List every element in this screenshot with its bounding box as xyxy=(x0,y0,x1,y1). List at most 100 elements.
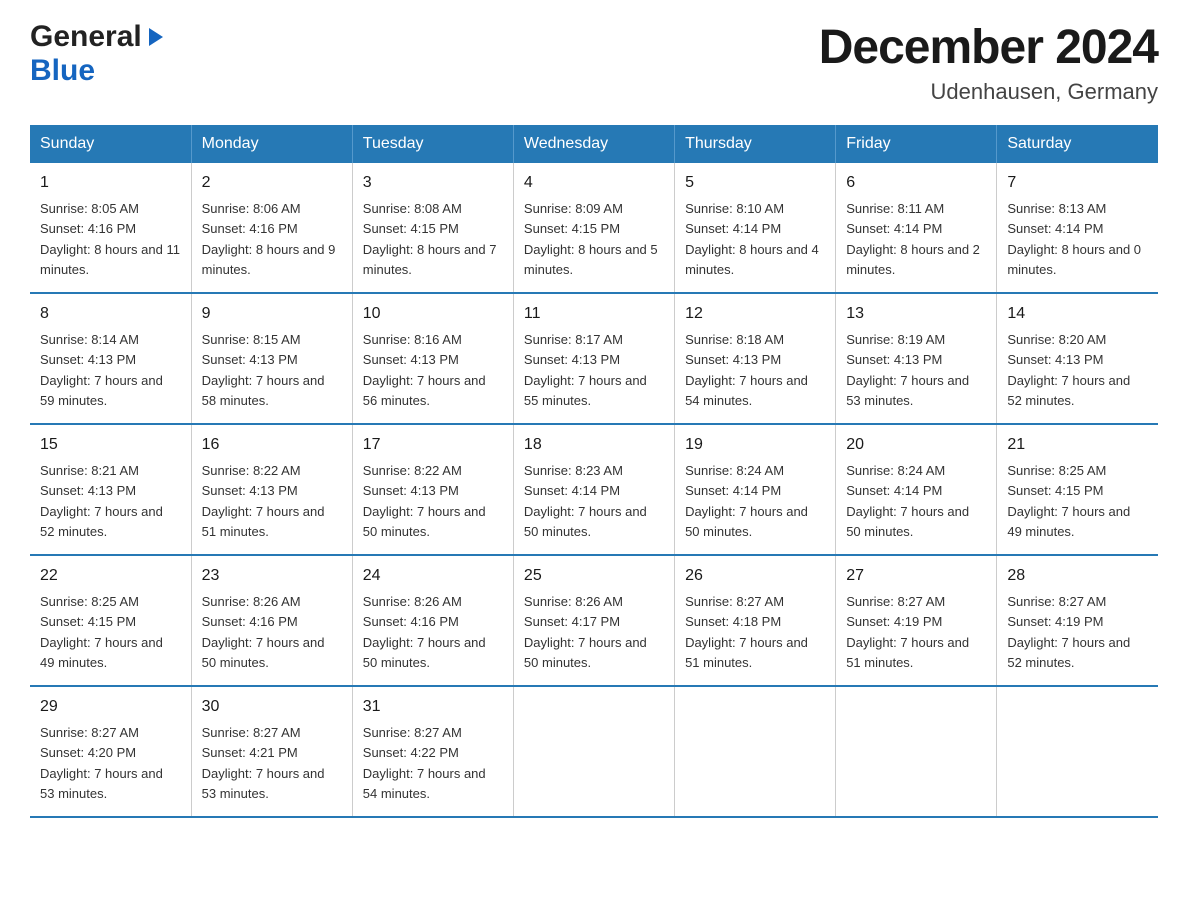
calendar-cell: 22Sunrise: 8:25 AMSunset: 4:15 PMDayligh… xyxy=(30,555,191,686)
day-info: Sunrise: 8:27 AMSunset: 4:20 PMDaylight:… xyxy=(40,725,163,801)
day-info: Sunrise: 8:22 AMSunset: 4:13 PMDaylight:… xyxy=(363,463,486,539)
calendar-cell: 24Sunrise: 8:26 AMSunset: 4:16 PMDayligh… xyxy=(352,555,513,686)
day-number: 15 xyxy=(40,433,181,457)
day-info: Sunrise: 8:21 AMSunset: 4:13 PMDaylight:… xyxy=(40,463,163,539)
calendar-cell xyxy=(513,686,674,817)
day-info: Sunrise: 8:16 AMSunset: 4:13 PMDaylight:… xyxy=(363,332,486,408)
calendar-cell: 10 Sunrise: 8:16 AMSunset: 4:13 PMDayligh… xyxy=(352,293,513,424)
weekday-header-thursday: Thursday xyxy=(675,125,836,163)
calendar-cell: 29 Sunrise: 8:27 AMSunset: 4:20 PMDayligh… xyxy=(30,686,191,817)
day-info: Sunrise: 8:13 AMSunset: 4:14 PMDaylight:… xyxy=(1007,201,1141,277)
calendar-cell xyxy=(675,686,836,817)
day-number: 14 xyxy=(1007,302,1148,326)
day-number: 11 xyxy=(524,302,664,326)
calendar-cell: 18 Sunrise: 8:23 AMSunset: 4:14 PMDayligh… xyxy=(513,424,674,555)
title-section: December 2024 Udenhausen, Germany xyxy=(819,20,1158,105)
calendar-cell: 16 Sunrise: 8:22 AMSunset: 4:13 PMDayligh… xyxy=(191,424,352,555)
day-info: Sunrise: 8:23 AMSunset: 4:14 PMDaylight:… xyxy=(524,463,647,539)
calendar-cell: 13 Sunrise: 8:19 AMSunset: 4:13 PMDayligh… xyxy=(836,293,997,424)
day-number: 12 xyxy=(685,302,825,326)
day-number: 5 xyxy=(685,171,825,195)
day-info: Sunrise: 8:27 AMSunset: 4:22 PMDaylight:… xyxy=(363,725,486,801)
calendar-cell: 5 Sunrise: 8:10 AMSunset: 4:14 PMDaylight… xyxy=(675,163,836,293)
day-number: 18 xyxy=(524,433,664,457)
week-row-5: 29 Sunrise: 8:27 AMSunset: 4:20 PMDayligh… xyxy=(30,686,1158,817)
day-info: Sunrise: 8:06 AMSunset: 4:16 PMDaylight:… xyxy=(202,201,336,277)
calendar-cell: 17 Sunrise: 8:22 AMSunset: 4:13 PMDayligh… xyxy=(352,424,513,555)
calendar-cell: 30 Sunrise: 8:27 AMSunset: 4:21 PMDayligh… xyxy=(191,686,352,817)
month-title: December 2024 xyxy=(819,20,1158,75)
day-number: 2 xyxy=(202,171,342,195)
day-number: 24 xyxy=(363,564,503,588)
week-row-3: 15 Sunrise: 8:21 AMSunset: 4:13 PMDayligh… xyxy=(30,424,1158,555)
day-info: Sunrise: 8:15 AMSunset: 4:13 PMDaylight:… xyxy=(202,332,325,408)
day-info: Sunrise: 8:26 AMSunset: 4:17 PMDaylight:… xyxy=(524,594,647,670)
weekday-header-sunday: Sunday xyxy=(30,125,191,163)
day-number: 25 xyxy=(524,564,664,588)
week-row-4: 22Sunrise: 8:25 AMSunset: 4:15 PMDayligh… xyxy=(30,555,1158,686)
day-number: 17 xyxy=(363,433,503,457)
calendar-cell: 27Sunrise: 8:27 AMSunset: 4:19 PMDayligh… xyxy=(836,555,997,686)
day-info: Sunrise: 8:22 AMSunset: 4:13 PMDaylight:… xyxy=(202,463,325,539)
day-number: 10 xyxy=(363,302,503,326)
day-number: 31 xyxy=(363,695,503,719)
calendar-cell: 15 Sunrise: 8:21 AMSunset: 4:13 PMDayligh… xyxy=(30,424,191,555)
day-info: Sunrise: 8:09 AMSunset: 4:15 PMDaylight:… xyxy=(524,201,658,277)
page-header: General Blue December 2024 Udenhausen, G… xyxy=(30,20,1158,105)
calendar-cell: 2 Sunrise: 8:06 AMSunset: 4:16 PMDaylight… xyxy=(191,163,352,293)
weekday-header-tuesday: Tuesday xyxy=(352,125,513,163)
calendar-cell: 8 Sunrise: 8:14 AMSunset: 4:13 PMDaylight… xyxy=(30,293,191,424)
calendar-cell: 11 Sunrise: 8:17 AMSunset: 4:13 PMDayligh… xyxy=(513,293,674,424)
calendar-cell: 3 Sunrise: 8:08 AMSunset: 4:15 PMDaylight… xyxy=(352,163,513,293)
day-number: 29 xyxy=(40,695,181,719)
day-number: 9 xyxy=(202,302,342,326)
day-number: 21 xyxy=(1007,433,1148,457)
day-number: 26 xyxy=(685,564,825,588)
day-number: 16 xyxy=(202,433,342,457)
day-number: 20 xyxy=(846,433,986,457)
day-number: 30 xyxy=(202,695,342,719)
calendar-cell: 21Sunrise: 8:25 AMSunset: 4:15 PMDayligh… xyxy=(997,424,1158,555)
day-info: Sunrise: 8:27 AMSunset: 4:21 PMDaylight:… xyxy=(202,725,325,801)
day-info: Sunrise: 8:25 AMSunset: 4:15 PMDaylight:… xyxy=(40,594,163,670)
calendar-cell: 23Sunrise: 8:26 AMSunset: 4:16 PMDayligh… xyxy=(191,555,352,686)
day-info: Sunrise: 8:20 AMSunset: 4:13 PMDaylight:… xyxy=(1007,332,1130,408)
calendar-cell: 28Sunrise: 8:27 AMSunset: 4:19 PMDayligh… xyxy=(997,555,1158,686)
calendar-cell: 26 Sunrise: 8:27 AMSunset: 4:18 PMDayligh… xyxy=(675,555,836,686)
day-info: Sunrise: 8:27 AMSunset: 4:18 PMDaylight:… xyxy=(685,594,808,670)
weekday-header-saturday: Saturday xyxy=(997,125,1158,163)
day-info: Sunrise: 8:18 AMSunset: 4:13 PMDaylight:… xyxy=(685,332,808,408)
day-number: 4 xyxy=(524,171,664,195)
calendar-table: SundayMondayTuesdayWednesdayThursdayFrid… xyxy=(30,125,1158,818)
calendar-cell xyxy=(997,686,1158,817)
weekday-header-row: SundayMondayTuesdayWednesdayThursdayFrid… xyxy=(30,125,1158,163)
day-number: 28 xyxy=(1007,564,1148,588)
day-info: Sunrise: 8:24 AMSunset: 4:14 PMDaylight:… xyxy=(846,463,969,539)
day-info: Sunrise: 8:27 AMSunset: 4:19 PMDaylight:… xyxy=(846,594,969,670)
calendar-cell: 4 Sunrise: 8:09 AMSunset: 4:15 PMDaylight… xyxy=(513,163,674,293)
day-number: 8 xyxy=(40,302,181,326)
day-number: 13 xyxy=(846,302,986,326)
calendar-cell: 9 Sunrise: 8:15 AMSunset: 4:13 PMDaylight… xyxy=(191,293,352,424)
calendar-cell: 7 Sunrise: 8:13 AMSunset: 4:14 PMDaylight… xyxy=(997,163,1158,293)
day-number: 19 xyxy=(685,433,825,457)
logo-blue-text: Blue xyxy=(30,54,95,87)
calendar-cell: 25 Sunrise: 8:26 AMSunset: 4:17 PMDayligh… xyxy=(513,555,674,686)
logo-general-text: General xyxy=(30,20,142,54)
calendar-cell: 12 Sunrise: 8:18 AMSunset: 4:13 PMDayligh… xyxy=(675,293,836,424)
week-row-2: 8 Sunrise: 8:14 AMSunset: 4:13 PMDaylight… xyxy=(30,293,1158,424)
weekday-header-wednesday: Wednesday xyxy=(513,125,674,163)
calendar-cell: 14 Sunrise: 8:20 AMSunset: 4:13 PMDayligh… xyxy=(997,293,1158,424)
day-number: 7 xyxy=(1007,171,1148,195)
day-info: Sunrise: 8:10 AMSunset: 4:14 PMDaylight:… xyxy=(685,201,819,277)
weekday-header-friday: Friday xyxy=(836,125,997,163)
day-info: Sunrise: 8:24 AMSunset: 4:14 PMDaylight:… xyxy=(685,463,808,539)
day-info: Sunrise: 8:14 AMSunset: 4:13 PMDaylight:… xyxy=(40,332,163,408)
day-number: 3 xyxy=(363,171,503,195)
day-info: Sunrise: 8:19 AMSunset: 4:13 PMDaylight:… xyxy=(846,332,969,408)
calendar-cell xyxy=(836,686,997,817)
week-row-1: 1Sunrise: 8:05 AMSunset: 4:16 PMDaylight… xyxy=(30,163,1158,293)
day-info: Sunrise: 8:08 AMSunset: 4:15 PMDaylight:… xyxy=(363,201,497,277)
day-info: Sunrise: 8:17 AMSunset: 4:13 PMDaylight:… xyxy=(524,332,647,408)
day-number: 6 xyxy=(846,171,986,195)
